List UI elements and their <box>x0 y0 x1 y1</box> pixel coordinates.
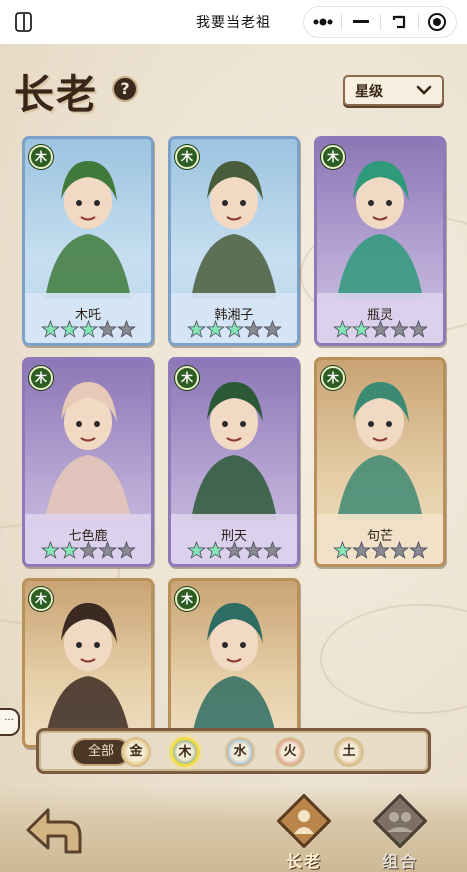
star-filled-icon <box>205 541 225 559</box>
back-arrow-icon[interactable] <box>22 800 84 862</box>
element-badge: 木 <box>175 366 199 390</box>
element-badge: 木 <box>321 145 345 169</box>
star-empty-icon <box>243 320 263 338</box>
star-filled-icon <box>186 320 206 338</box>
tab-combination-label: 组合 <box>381 852 418 871</box>
help-icon[interactable]: ? <box>112 76 138 102</box>
element-badge: 木 <box>175 587 199 611</box>
element-badge: 木 <box>321 366 345 390</box>
character-card[interactable]: 木 <box>22 578 154 748</box>
sort-dropdown[interactable]: 星级 <box>343 75 444 106</box>
cloud-decoration <box>320 604 467 714</box>
filter-element-button[interactable]: 火 <box>275 737 305 767</box>
character-card[interactable]: 木刑天 <box>168 357 300 567</box>
star-filled-icon <box>59 320 79 338</box>
star-empty-icon <box>262 320 282 338</box>
mini-program-bar: 我要当老祖 <box>0 0 467 44</box>
bottom-nav: 长老 组合 <box>0 786 467 872</box>
character-card[interactable]: 木木吒 <box>22 136 154 346</box>
star-rating <box>171 541 297 560</box>
star-filled-icon <box>332 320 352 338</box>
game-screen: 长老 ? 星级 木木吒木韩湘子木瓶灵木七色鹿木刑天木句芒木木 ··· 全部 金木… <box>0 44 467 872</box>
star-empty-icon <box>116 320 136 338</box>
star-empty-icon <box>97 320 117 338</box>
star-empty-icon <box>389 320 409 338</box>
star-filled-icon <box>186 541 206 559</box>
star-rating <box>25 320 151 339</box>
star-empty-icon <box>243 541 263 559</box>
character-card[interactable]: 木韩湘子 <box>168 136 300 346</box>
star-filled-icon <box>332 541 352 559</box>
star-filled-icon <box>224 320 244 338</box>
restore-icon[interactable] <box>381 7 418 37</box>
star-filled-icon <box>59 541 79 559</box>
page-title: 长老 <box>14 71 98 118</box>
star-rating <box>25 541 151 560</box>
star-filled-icon <box>205 320 225 338</box>
chevron-down-icon <box>416 85 432 95</box>
star-empty-icon <box>351 541 371 559</box>
tab-elders[interactable]: 长老 <box>266 790 342 871</box>
star-empty-icon <box>97 541 117 559</box>
more-icon[interactable] <box>304 7 341 37</box>
star-filled-icon <box>351 320 371 338</box>
capsule-menu <box>303 6 457 38</box>
minimize-icon[interactable] <box>342 7 379 37</box>
element-badge: 木 <box>29 145 53 169</box>
filter-element-button[interactable]: 木 <box>170 737 200 767</box>
star-rating <box>317 320 443 339</box>
side-chat-bubble[interactable]: ··· <box>0 708 20 736</box>
star-rating <box>171 320 297 339</box>
character-card[interactable]: 木瓶灵 <box>314 136 446 346</box>
tab-elders-label: 长老 <box>285 852 322 871</box>
star-empty-icon <box>224 541 244 559</box>
star-filled-icon <box>40 320 60 338</box>
star-empty-icon <box>370 541 390 559</box>
element-badge: 木 <box>175 145 199 169</box>
element-filter-bar: 全部 金木水火土 <box>36 728 431 774</box>
elder-tab-icon <box>277 794 331 848</box>
star-empty-icon <box>408 541 428 559</box>
combination-tab-icon <box>373 794 427 848</box>
star-empty-icon <box>389 541 409 559</box>
element-badge: 木 <box>29 366 53 390</box>
star-filled-icon <box>40 541 60 559</box>
star-empty-icon <box>370 320 390 338</box>
tab-combination[interactable]: 组合 <box>362 790 438 871</box>
filter-element-button[interactable]: 土 <box>334 737 364 767</box>
star-rating <box>317 541 443 560</box>
star-filled-icon <box>78 320 98 338</box>
character-card[interactable]: 木 <box>168 578 300 748</box>
element-badge: 木 <box>29 587 53 611</box>
character-card[interactable]: 木七色鹿 <box>22 357 154 567</box>
record-icon[interactable] <box>419 7 456 37</box>
star-empty-icon <box>116 541 136 559</box>
sort-dropdown-label: 星级 <box>355 83 383 100</box>
filter-element-button[interactable]: 金 <box>121 737 151 767</box>
filter-element-button[interactable]: 水 <box>225 737 255 767</box>
character-card[interactable]: 木句芒 <box>314 357 446 567</box>
star-empty-icon <box>262 541 282 559</box>
star-empty-icon <box>408 320 428 338</box>
star-empty-icon <box>78 541 98 559</box>
